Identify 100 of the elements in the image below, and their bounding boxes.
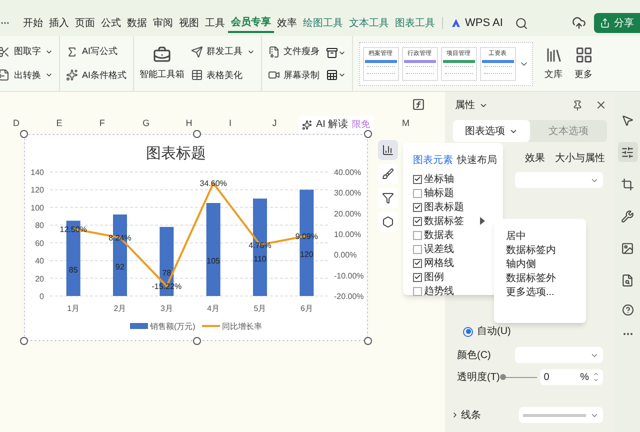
category-label: 1月 — [67, 304, 80, 313]
close-icon[interactable] — [595, 99, 607, 111]
ribbon-button[interactable]: 表格美化 — [190, 68, 255, 82]
menu-tab[interactable]: 工具 — [202, 13, 228, 33]
radio-button[interactable] — [463, 326, 473, 336]
slider-thumb[interactable] — [500, 374, 506, 380]
document-dropdown-button[interactable] — [326, 68, 346, 80]
chart-tool-button[interactable] — [378, 212, 398, 232]
checkbox[interactable] — [413, 188, 422, 198]
help-icon[interactable] — [622, 304, 634, 316]
ribbon-button[interactable]: 智能工具箱 — [140, 46, 185, 82]
ribbon-button[interactable]: 更多 — [574, 46, 593, 82]
resize-handle[interactable] — [193, 337, 201, 345]
menu-tab[interactable]: 开始 — [20, 13, 46, 33]
checkbox[interactable] — [413, 272, 422, 282]
line-value-label: 4.76% — [248, 240, 272, 250]
ribbon-button[interactable]: AI写公式 — [66, 45, 127, 58]
checkbox[interactable] — [413, 216, 422, 226]
share-button[interactable]: 分享 — [594, 13, 640, 33]
menu-tab[interactable]: 审阅 — [150, 13, 176, 33]
menu-tab[interactable]: 视图 — [176, 13, 202, 33]
chart-element-option[interactable]: 坐标轴 — [413, 172, 454, 186]
submenu-arrow-icon[interactable] — [480, 217, 485, 225]
menu-tab[interactable]: 会员专享 — [228, 13, 274, 33]
wps-ai-tab[interactable]: WPS AI — [447, 13, 507, 33]
section-toggle[interactable]: 线条 — [451, 408, 481, 422]
cloud-upload-icon[interactable] — [572, 16, 586, 30]
axis-tick-label: 120 — [30, 186, 44, 195]
column-header[interactable]: F — [99, 117, 105, 130]
ribbon-button[interactable]: 出转换 — [0, 68, 53, 82]
menu-item[interactable]: 数据标签内 — [506, 243, 586, 255]
transparency-input[interactable]: 0 % — [540, 369, 603, 385]
axis-tick-label: 100 — [30, 203, 44, 212]
ribbon-button[interactable]: 文库 — [544, 46, 563, 82]
resize-handle[interactable] — [193, 130, 201, 138]
checkbox[interactable] — [413, 174, 422, 184]
category-label: 2月 — [114, 304, 126, 313]
pin-icon[interactable] — [572, 100, 583, 110]
menu-tab[interactable]: 公式 — [98, 13, 124, 33]
search-icon[interactable] — [514, 16, 528, 30]
chart-tool-button[interactable] — [378, 188, 398, 208]
chart-element-option[interactable]: 数据表 — [413, 228, 454, 242]
panel-subtab[interactable]: 大小与属性 — [555, 150, 605, 166]
briefcase-dropdown-button[interactable] — [326, 46, 346, 58]
chart-element-option[interactable]: 数据标签 — [413, 214, 485, 228]
chart-element-option[interactable]: 轴标题 — [413, 186, 454, 200]
menu-item[interactable]: 轴内侧 — [506, 257, 586, 269]
panel-subtab[interactable]: 效果 — [525, 150, 545, 166]
chart-tool-button[interactable] — [378, 140, 398, 160]
ai-interpret-button[interactable]: AI 解读 限免 — [298, 116, 374, 133]
column-header[interactable]: E — [56, 117, 62, 130]
ribbon-button[interactable]: 文件瘦身 — [268, 45, 320, 58]
menu-item[interactable]: 居中 — [506, 229, 586, 241]
popup-tab[interactable]: 图表元素 — [413, 153, 453, 168]
chart-tool-button[interactable] — [378, 164, 398, 184]
category-label: 5月 — [254, 304, 266, 313]
chart-element-option[interactable]: 网格线 — [413, 256, 454, 270]
axis-tick-label: 0.00% — [334, 250, 357, 260]
color-dropdown[interactable] — [515, 347, 603, 363]
column-header[interactable]: J — [272, 117, 277, 130]
column-header[interactable]: D — [13, 117, 20, 130]
popup-tab[interactable]: 快速布局 — [457, 153, 497, 168]
formula-icon[interactable] — [412, 98, 425, 111]
column-header[interactable]: G — [142, 117, 150, 130]
chart-element-option[interactable]: 图表标题 — [413, 200, 464, 214]
ribbon-button[interactable]: 屏幕录制 — [268, 68, 320, 82]
chart-element-option[interactable]: 趋势线 — [413, 284, 454, 298]
column-header[interactable]: H — [186, 117, 192, 130]
ribbon-button[interactable]: 图取字 — [0, 45, 53, 58]
ribbon-button[interactable]: AI条件格式 — [66, 68, 127, 82]
check-icon — [414, 175, 421, 183]
menu-tab[interactable]: 插入 — [46, 13, 72, 33]
chart-element-option[interactable]: 图例 — [413, 270, 444, 284]
menu-tab[interactable]: 文本工具 — [346, 13, 392, 33]
checkbox[interactable] — [413, 202, 422, 212]
checkbox[interactable] — [413, 258, 422, 268]
checkbox[interactable] — [413, 286, 422, 296]
resize-handle[interactable] — [364, 337, 372, 345]
menu-item[interactable]: 数据标签外 — [506, 271, 586, 283]
checkbox[interactable] — [413, 230, 422, 240]
resize-handle[interactable] — [20, 337, 28, 345]
spinner-icon[interactable] — [593, 371, 599, 383]
menu-item[interactable]: 更多选项... — [506, 285, 586, 297]
resize-handle[interactable] — [20, 130, 28, 138]
panel-tab[interactable]: 图表选项 — [453, 120, 530, 142]
bar-value-label: 78 — [162, 268, 172, 278]
menu-tab[interactable]: 页面 — [72, 13, 98, 33]
transparency-slider[interactable] — [502, 373, 537, 381]
column-header[interactable]: I — [229, 117, 232, 130]
menu-tab[interactable]: 效率 — [274, 13, 300, 33]
menu-tab[interactable]: 数据 — [124, 13, 150, 33]
checkbox[interactable] — [413, 244, 422, 254]
sidebar-tool-button[interactable] — [618, 142, 638, 162]
column-header[interactable]: M — [402, 117, 410, 130]
field-label: 颜色(C) — [457, 348, 492, 362]
chart-element-option[interactable]: 误差线 — [413, 242, 454, 256]
table-icon — [190, 69, 203, 82]
ribbon-button[interactable]: 群发工具 — [190, 45, 255, 58]
menu-tab[interactable]: 图表工具 — [392, 13, 438, 33]
menu-tab[interactable]: 绘图工具 — [300, 13, 346, 33]
